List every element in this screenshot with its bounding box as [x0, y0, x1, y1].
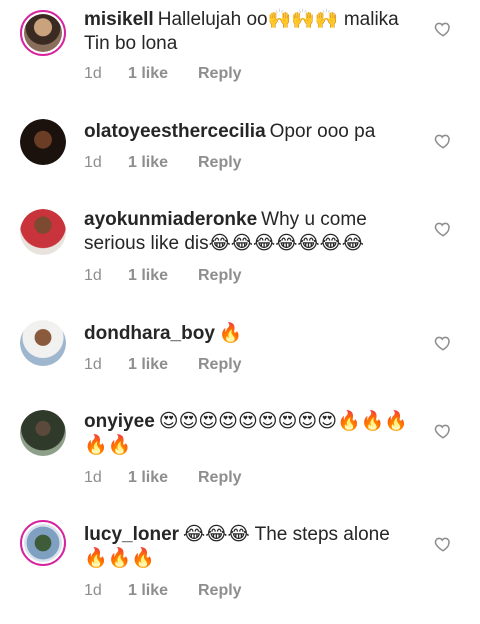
comment-meta: 1d 1 like Reply: [84, 154, 242, 172]
comment-username[interactable]: olatoyeesthercecilia: [84, 121, 266, 142]
heart-outline-icon[interactable]: [434, 20, 452, 38]
comment-time: 1d: [84, 65, 102, 82]
avatar[interactable]: [20, 209, 66, 255]
comment-username[interactable]: ayokunmiaderonke: [84, 209, 257, 230]
comment-text: onyiyee 😍😍😍😍😍😍😍😍😍🔥🔥🔥🔥🔥: [84, 410, 414, 458]
comment-time: 1d: [84, 356, 102, 373]
heart-outline-icon[interactable]: [434, 334, 452, 352]
comment-text: ayokunmiaderonke Why u come serious like …: [84, 208, 414, 256]
comment-username[interactable]: dondhara_boy: [84, 323, 215, 344]
comment-meta: 1d 1 like Reply: [84, 356, 242, 374]
comment-username[interactable]: onyiyee: [84, 411, 155, 432]
comment-text: dondhara_boy 🔥: [84, 322, 414, 346]
reply-button[interactable]: Reply: [198, 469, 242, 487]
avatar[interactable]: [20, 10, 66, 56]
heart-outline-icon[interactable]: [434, 422, 452, 440]
comment-body: Opor ooo pa: [269, 121, 376, 142]
comment-likes[interactable]: 1 like: [128, 65, 198, 83]
reply-button[interactable]: Reply: [198, 267, 242, 285]
heart-outline-icon[interactable]: [434, 132, 452, 150]
comment-text: misikell Hallelujah oo🙌🙌🙌 malika Tin bo l…: [84, 8, 414, 56]
reply-button[interactable]: Reply: [198, 154, 242, 172]
comment-text: olatoyeesthercecilia Opor ooo pa: [84, 120, 414, 144]
comment-likes[interactable]: 1 like: [128, 582, 198, 600]
reply-button[interactable]: Reply: [198, 65, 242, 83]
comment-body: 🔥: [218, 323, 243, 344]
comment-meta: 1d 1 like Reply: [84, 582, 242, 600]
comment-time: 1d: [84, 469, 102, 486]
reply-button[interactable]: Reply: [198, 582, 242, 600]
comment-likes[interactable]: 1 like: [128, 267, 198, 285]
comment-likes[interactable]: 1 like: [128, 469, 198, 487]
comment-likes[interactable]: 1 like: [128, 356, 198, 374]
avatar[interactable]: [20, 520, 66, 566]
comment-likes[interactable]: 1 like: [128, 154, 198, 172]
heart-outline-icon[interactable]: [434, 535, 452, 553]
avatar[interactable]: [20, 410, 66, 456]
comment-meta: 1d 1 like Reply: [84, 267, 242, 285]
comment-time: 1d: [84, 582, 102, 599]
comment-username[interactable]: lucy_loner: [84, 524, 179, 545]
comment-time: 1d: [84, 267, 102, 284]
comment-meta: 1d 1 like Reply: [84, 469, 242, 487]
comment-username[interactable]: misikell: [84, 9, 154, 30]
avatar[interactable]: [20, 119, 66, 165]
heart-outline-icon[interactable]: [434, 220, 452, 238]
avatar[interactable]: [20, 320, 66, 366]
comment-text: lucy_loner 😂😂😂 The steps alone 🔥🔥🔥: [84, 523, 414, 571]
reply-button[interactable]: Reply: [198, 356, 242, 374]
comment-meta: 1d 1 like Reply: [84, 65, 242, 83]
comment-time: 1d: [84, 154, 102, 171]
